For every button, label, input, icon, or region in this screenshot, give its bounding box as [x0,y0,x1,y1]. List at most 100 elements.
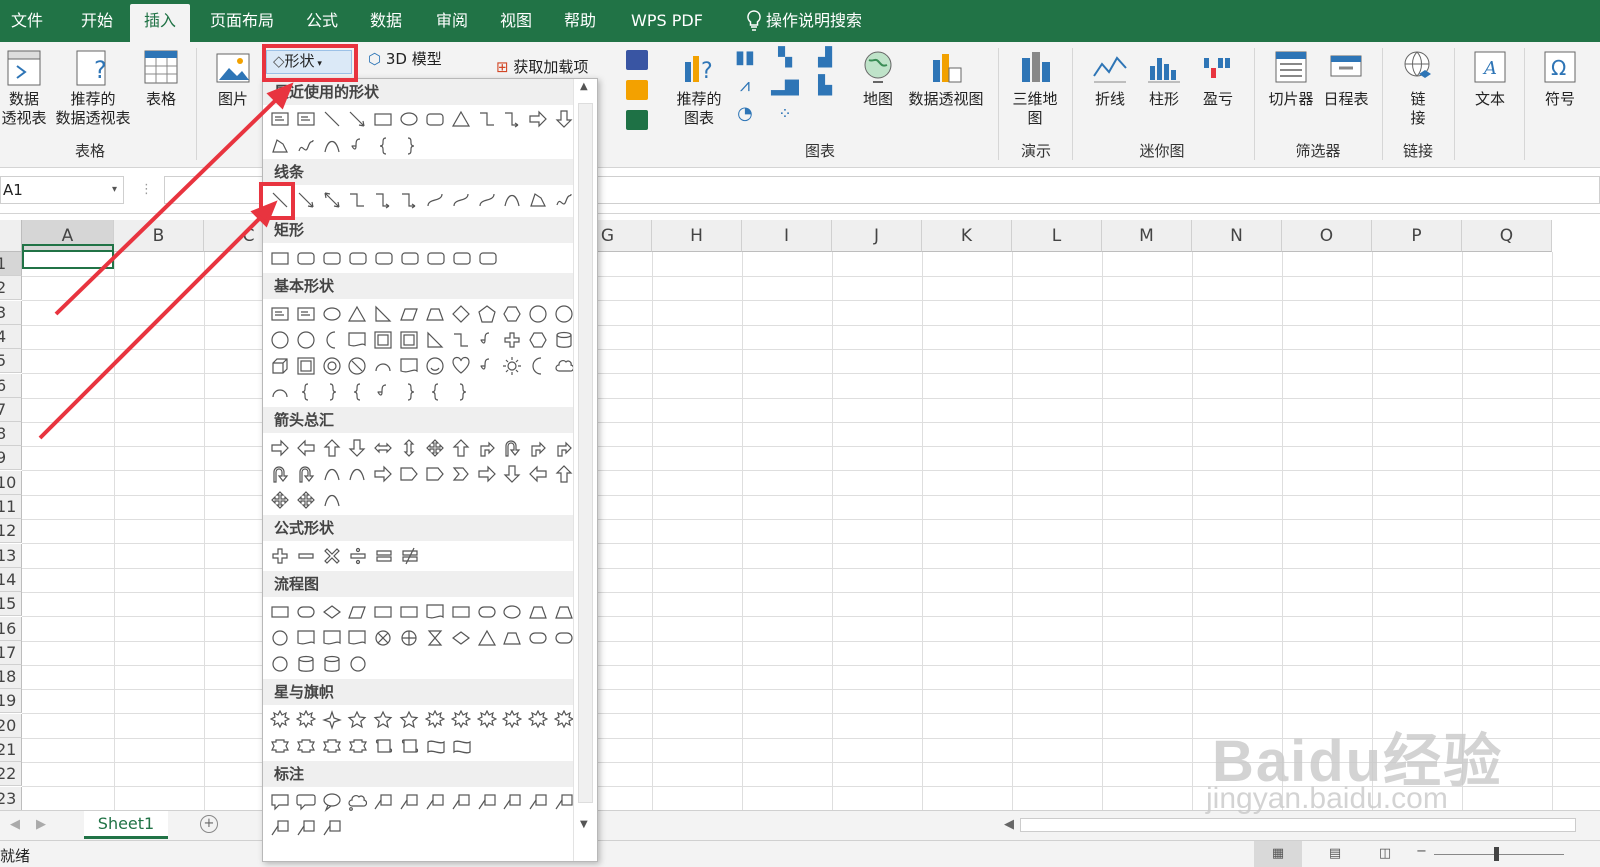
shape-flowX-icon[interactable] [370,625,396,651]
row-header[interactable]: 1 [0,252,22,276]
add-sheet-icon[interactable]: + [200,815,218,833]
pivot-chart-button[interactable]: 数据透视图 [904,48,988,109]
visio-icon[interactable] [626,50,648,70]
shape-brace-icon[interactable] [423,379,449,405]
column-header[interactable]: L [1012,220,1102,252]
shape-scroll-icon[interactable] [371,733,397,759]
tab-insert[interactable]: 插入 [130,4,190,42]
shape-tb-icon[interactable] [267,301,293,327]
row-header[interactable]: 4 [0,324,22,349]
map-button[interactable]: 地图 [858,48,898,109]
shape-pentA-icon[interactable] [396,461,422,487]
chevron-down-icon[interactable]: ▾ [112,177,117,203]
shape-quad-icon[interactable] [267,487,293,513]
row-header[interactable]: 2 [0,276,22,301]
shape-trap-icon[interactable] [499,625,525,651]
shape-ra-icon[interactable] [267,435,293,461]
row-header[interactable]: 19 [0,689,22,714]
shape-wave-icon[interactable] [423,733,449,759]
get-addins-button[interactable]: ⊞ 获取加载项 [496,58,606,80]
tab-view[interactable]: 视图 [492,0,540,42]
shape-arrl-icon[interactable] [293,187,319,213]
shape-rbrace-icon[interactable] [449,379,475,405]
scroll-left-icon[interactable]: ◀ [1004,817,1014,832]
zoom-slider[interactable] [1434,854,1564,855]
row-header[interactable]: 11 [0,495,22,519]
shape-heart-icon[interactable] [448,353,474,379]
3d-model-button[interactable]: ⬡ 3D 模型 [368,50,468,69]
shape-rrect-icon[interactable] [397,245,423,271]
sparkline-line-button[interactable]: 折线 [1086,48,1134,109]
shape-la-icon[interactable] [525,461,551,487]
shape-flowC-icon[interactable] [345,651,371,677]
shape-rtri-icon[interactable] [370,301,396,327]
tab-help[interactable]: 帮助 [556,0,604,42]
row-header[interactable]: 9 [0,446,22,471]
shape-neq-icon[interactable] [397,543,423,569]
shape-da-icon[interactable] [344,435,370,461]
shape-trap-icon[interactable] [422,301,448,327]
shape-hex-icon[interactable] [499,301,525,327]
combo-chart-button[interactable]: ▙ [810,76,840,95]
row-header[interactable]: 10 [0,470,22,495]
column-chart-button[interactable]: ▮▮ [730,48,760,67]
shape-flowP-icon[interactable] [396,625,422,651]
shape-rrect-icon[interactable] [422,106,448,132]
zoom-out-icon[interactable]: − [1416,844,1427,859]
shape-rrect-icon[interactable] [293,245,319,271]
page-layout-view-icon[interactable]: ▤ [1320,841,1350,867]
picture-button[interactable]: 图片 [210,48,256,109]
shape-flowD-icon[interactable] [319,599,345,625]
shape-rrect-icon[interactable] [319,245,345,271]
row-header[interactable]: 23 [0,786,22,811]
shape-moon-icon[interactable] [525,353,551,379]
shape-quad-icon[interactable] [422,435,448,461]
select-all-corner[interactable] [0,220,22,252]
row-header[interactable]: 6 [0,373,22,398]
shape-line-icon[interactable] [319,106,345,132]
sheet-tab-sheet1[interactable]: Sheet1 [84,811,168,839]
shape-burst-icon[interactable] [499,707,525,733]
shape-arc-icon[interactable] [370,353,396,379]
shape-ra-icon[interactable] [525,106,551,132]
shape-callL-icon[interactable] [499,789,525,815]
shape-callO-icon[interactable] [319,789,345,815]
shape-doc-icon[interactable] [293,625,319,651]
shape-elbow-icon[interactable] [344,187,370,213]
normal-view-icon[interactable]: ▦ [1254,841,1302,867]
shape-ua-icon[interactable] [448,435,474,461]
shape-lra-icon[interactable] [370,435,396,461]
shape-tri-icon[interactable] [448,106,474,132]
statistic-chart-button[interactable]: ▂▆ [770,76,800,95]
shape-call-icon[interactable] [267,789,293,815]
shape-pentA-icon[interactable] [422,461,448,487]
shape-smile-icon[interactable] [422,353,448,379]
shape-bent-icon[interactable] [474,435,500,461]
shape-oval-icon[interactable] [499,599,525,625]
shape-elbow-icon[interactable] [448,327,474,353]
shape-callL-icon[interactable] [525,789,551,815]
column-header[interactable]: O [1282,220,1372,252]
scroll-up-icon[interactable]: ▲ [580,81,588,92]
shape-ribbon-icon[interactable] [293,733,319,759]
shape-burst-icon[interactable] [448,707,474,733]
column-header[interactable]: K [922,220,1012,252]
column-header[interactable]: B [114,220,204,252]
shape-burst-icon[interactable] [474,707,500,733]
shape-brace-icon[interactable] [345,379,371,405]
shape-burst-icon[interactable] [422,707,448,733]
row-header[interactable]: 8 [0,422,22,447]
shape-para-icon[interactable] [396,301,422,327]
shape-arc-icon[interactable] [267,379,293,405]
scroll-down-icon[interactable]: ▼ [580,819,588,830]
shape-callL-icon[interactable] [474,789,500,815]
shape-doc-icon[interactable] [422,599,448,625]
shape-poly-icon[interactable] [525,187,551,213]
shape-callL-icon[interactable] [370,789,396,815]
shape-curve-icon[interactable] [344,461,370,487]
shape-star4-icon[interactable] [319,707,345,733]
pivot-table-button[interactable]: 数据 透视表 [0,48,48,128]
shape-elbowa-icon[interactable] [370,187,396,213]
shape-callR-icon[interactable] [293,789,319,815]
column-header[interactable]: Q [1462,220,1552,252]
